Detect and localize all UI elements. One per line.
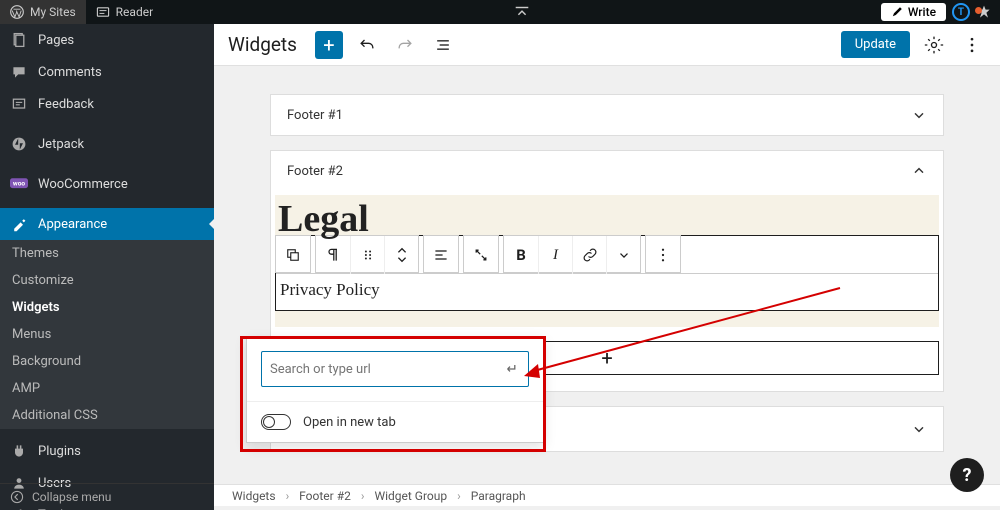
more-rich-text-button[interactable] [606, 236, 640, 274]
woocommerce-icon: woo [10, 175, 28, 193]
footer2-title: Footer #2 [287, 164, 343, 179]
submenu-background[interactable]: Background [0, 348, 214, 375]
link-button[interactable] [572, 236, 606, 274]
submit-link-icon[interactable] [500, 359, 520, 379]
chevron-right-icon: › [361, 489, 365, 503]
sidebar-item-label: WooCommerce [38, 177, 128, 192]
write-label: Write [908, 5, 936, 19]
notification-badge [975, 7, 982, 14]
link-input-wrap[interactable] [261, 351, 529, 387]
paragraph-block[interactable]: Legal [275, 235, 939, 311]
open-new-tab-label: Open in new tab [303, 415, 396, 430]
collapse-up-icon[interactable] [513, 5, 531, 19]
submenu-widgets[interactable]: Widgets [0, 294, 214, 321]
block-type-button[interactable] [276, 236, 310, 274]
footer1-header[interactable]: Footer #1 [271, 95, 943, 135]
undo-button[interactable] [353, 31, 381, 59]
list-view-button[interactable] [429, 31, 457, 59]
reader-link[interactable]: Reader [86, 0, 163, 24]
sidebar-item-label: Feedback [38, 97, 94, 112]
footer1-title: Footer #1 [287, 108, 343, 123]
sidebar-item-label: Jetpack [38, 137, 84, 152]
wordpress-icon [10, 5, 24, 19]
chevron-up-icon [911, 163, 927, 179]
collapse-label: Collapse menu [32, 490, 111, 504]
help-button[interactable]: ? [950, 458, 984, 492]
reader-icon [96, 5, 110, 19]
footer1-panel: Footer #1 [270, 94, 944, 136]
chevron-down-icon [911, 107, 927, 123]
drag-handle[interactable] [350, 236, 384, 274]
paragraph-icon-button[interactable] [316, 236, 350, 274]
chevron-right-icon: › [457, 489, 461, 503]
sidebar-item-feedback[interactable]: Feedback [0, 88, 214, 120]
chevron-down-icon [911, 421, 927, 437]
move-updown-button[interactable] [384, 236, 418, 274]
my-sites-label: My Sites [30, 5, 76, 19]
sidebar-item-appearance[interactable]: Appearance [0, 208, 214, 240]
appearance-icon [10, 215, 28, 233]
bold-button[interactable]: B [504, 236, 538, 274]
breadcrumb-item[interactable]: Widget Group [374, 489, 447, 503]
admin-top-bar: My Sites Reader Write T [0, 0, 1000, 24]
jetpack-icon [10, 135, 28, 153]
submenu-customize[interactable]: Customize [0, 267, 214, 294]
write-button[interactable]: Write [881, 3, 946, 21]
editor-header: Widgets + Update [214, 24, 1000, 66]
appearance-submenu: Themes Customize Widgets Menus Backgroun… [0, 240, 214, 429]
page-title: Widgets [228, 33, 297, 56]
submenu-menus[interactable]: Menus [0, 321, 214, 348]
submenu-amp[interactable]: AMP [0, 375, 214, 402]
sidebar-item-label: Comments [38, 65, 102, 80]
collapse-icon [10, 490, 24, 504]
paragraph-text[interactable]: Privacy Policy [276, 274, 938, 310]
pencil-icon [891, 6, 903, 18]
chevron-right-icon: › [286, 489, 290, 503]
sidebar-item-comments[interactable]: Comments [0, 56, 214, 88]
sidebar-item-plugins[interactable]: Plugins [0, 435, 214, 467]
notifications-icon[interactable] [976, 4, 992, 20]
breadcrumb-item[interactable]: Widgets [232, 489, 276, 503]
heading-legal: Legal [278, 200, 369, 238]
sidebar-item-label: Pages [38, 33, 74, 48]
feedback-icon [10, 95, 28, 113]
sidebar-item-jetpack[interactable]: Jetpack [0, 128, 214, 160]
breadcrumb-item[interactable]: Paragraph [471, 489, 526, 503]
italic-button[interactable]: I [538, 236, 572, 274]
align-button[interactable] [424, 236, 458, 274]
submenu-additional-css[interactable]: Additional CSS [0, 402, 214, 429]
plugins-icon [10, 442, 28, 460]
transform-button[interactable] [464, 236, 498, 274]
redo-button[interactable] [391, 31, 419, 59]
settings-gear-button[interactable] [920, 31, 948, 59]
admin-sidebar: Pages Comments Feedback Jetpack woo WooC… [0, 24, 214, 510]
comments-icon [10, 63, 28, 81]
open-new-tab-toggle[interactable] [261, 414, 291, 430]
block-more-button[interactable] [646, 236, 680, 274]
sidebar-item-pages[interactable]: Pages [0, 24, 214, 56]
sidebar-item-label: Appearance [38, 217, 107, 232]
breadcrumb: Widgets › Footer #2 › Widget Group › Par… [214, 484, 1000, 506]
breadcrumb-item[interactable]: Footer #2 [299, 489, 351, 503]
pages-icon [10, 31, 28, 49]
avatar[interactable]: T [952, 3, 970, 21]
link-popover: Open in new tab [246, 336, 544, 443]
link-url-input[interactable] [270, 362, 500, 377]
widget-group-area: Legal [275, 195, 939, 327]
submenu-themes[interactable]: Themes [0, 240, 214, 267]
update-button[interactable]: Update [841, 31, 910, 58]
sidebar-item-label: Plugins [38, 444, 81, 459]
footer2-header[interactable]: Footer #2 [271, 151, 943, 191]
collapse-menu[interactable]: Collapse menu [0, 483, 214, 510]
reader-label: Reader [116, 5, 153, 19]
block-toolbar: B I [276, 236, 938, 274]
sidebar-item-woocommerce[interactable]: woo WooCommerce [0, 168, 214, 200]
more-options-button[interactable] [958, 31, 986, 59]
my-sites-link[interactable]: My Sites [0, 0, 86, 24]
svg-text:woo: woo [13, 180, 25, 188]
add-block-button[interactable]: + [315, 31, 343, 59]
